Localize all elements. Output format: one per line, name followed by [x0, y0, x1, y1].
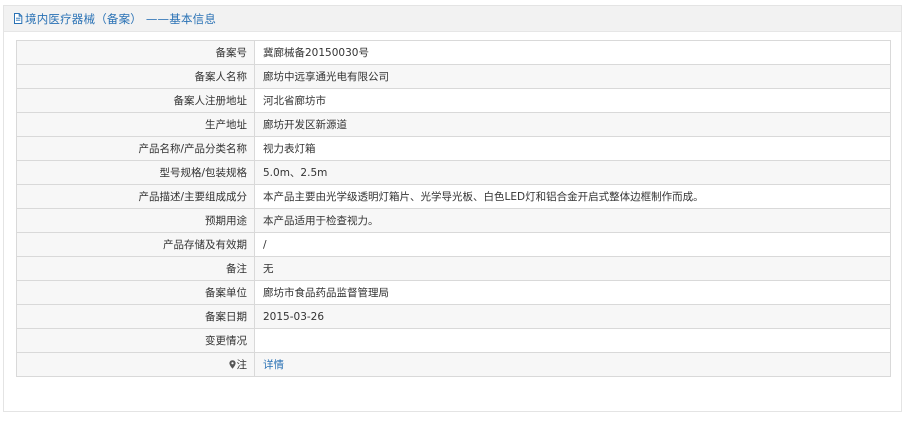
table-row: 产品名称/产品分类名称 视力表灯箱	[16, 136, 891, 161]
table-row: 变更情况	[16, 328, 891, 353]
field-label: 变更情况	[16, 328, 255, 353]
field-value: 本产品主要由光学级透明灯箱片、光学导光板、白色LED灯和铝合金开启式整体边框制作…	[254, 184, 891, 209]
field-label: 备注	[16, 256, 255, 281]
table-row: 预期用途 本产品适用于检查视力。	[16, 208, 891, 233]
field-value: 河北省廊坊市	[254, 88, 891, 113]
field-label: 备案号	[16, 40, 255, 65]
table-row: 备案号 冀廊械备20150030号	[16, 40, 891, 65]
table-row: 备案人注册地址 河北省廊坊市	[16, 88, 891, 113]
field-label: 备案人名称	[16, 64, 255, 89]
field-value: 冀廊械备20150030号	[254, 40, 891, 65]
map-pin-icon	[228, 360, 236, 369]
field-value: 本产品适用于检查视力。	[254, 208, 891, 233]
field-label: 产品存储及有效期	[16, 232, 255, 257]
field-value: 廊坊开发区新源道	[254, 112, 891, 137]
field-value: 2015-03-26	[254, 304, 891, 329]
panel-header: 境内医疗器械（备案） ——基本信息	[4, 6, 901, 32]
field-label: 预期用途	[16, 208, 255, 233]
page: 境内医疗器械（备案） ——基本信息 备案号 冀廊械备20150030号 备案人名…	[0, 0, 906, 421]
panel-title: 境内医疗器械（备案） ——基本信息	[25, 11, 217, 26]
field-label: 生产地址	[16, 112, 255, 137]
field-value: 5.0m、2.5m	[254, 160, 891, 185]
table-row: 产品存储及有效期 /	[16, 232, 891, 257]
table-row: 型号规格/包装规格 5.0m、2.5m	[16, 160, 891, 185]
field-label: 型号规格/包装规格	[16, 160, 255, 185]
info-panel: 境内医疗器械（备案） ——基本信息 备案号 冀廊械备20150030号 备案人名…	[3, 5, 902, 412]
field-label: 产品名称/产品分类名称	[16, 136, 255, 161]
details-link[interactable]: 详情	[263, 359, 284, 371]
field-value: 廊坊市食品药品监督管理局	[254, 280, 891, 305]
note-row: 注 详情	[16, 352, 891, 377]
table-row: 产品描述/主要组成成分 本产品主要由光学级透明灯箱片、光学导光板、白色LED灯和…	[16, 184, 891, 209]
note-label-cell: 注	[16, 352, 255, 377]
field-label: 备案人注册地址	[16, 88, 255, 113]
table-row: 备案日期 2015-03-26	[16, 304, 891, 329]
note-value-cell: 详情	[254, 352, 891, 377]
field-value: 无	[254, 256, 891, 281]
field-value	[254, 328, 891, 353]
info-table: 备案号 冀廊械备20150030号 备案人名称 廊坊中远享通光电有限公司 备案人…	[16, 40, 891, 377]
field-label: 产品描述/主要组成成分	[16, 184, 255, 209]
field-value: 廊坊中远享通光电有限公司	[254, 64, 891, 89]
table-row: 备案人名称 廊坊中远享通光电有限公司	[16, 64, 891, 89]
note-label: 注	[236, 359, 248, 371]
document-icon	[13, 13, 23, 24]
field-value: /	[254, 232, 891, 257]
field-value: 视力表灯箱	[254, 136, 891, 161]
table-row: 备案单位 廊坊市食品药品监督管理局	[16, 280, 891, 305]
table-row: 备注 无	[16, 256, 891, 281]
field-label: 备案日期	[16, 304, 255, 329]
field-label: 备案单位	[16, 280, 255, 305]
table-row: 生产地址 廊坊开发区新源道	[16, 112, 891, 137]
